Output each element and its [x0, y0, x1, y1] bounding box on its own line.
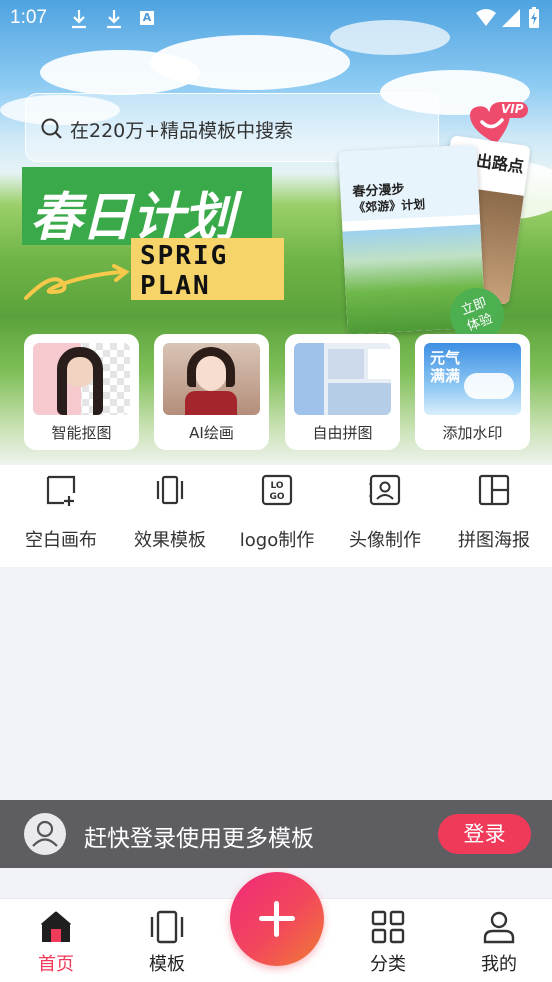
- blank-canvas-icon: [46, 475, 76, 506]
- nav-label: 模板: [149, 954, 185, 975]
- nav-label: 我的: [481, 954, 517, 975]
- tool-label: logo制作: [239, 530, 315, 551]
- login-banner[interactable]: 赶快登录使用更多模板 登录: [0, 800, 552, 868]
- avatar-make-icon: [369, 474, 401, 506]
- section-divider: [0, 567, 552, 581]
- battery-icon: [529, 7, 539, 28]
- home-icon: [41, 911, 71, 942]
- vip-label: VIP: [501, 102, 524, 116]
- wifi-icon: [476, 9, 496, 26]
- tool-logo-make[interactable]: LO GO logo制作: [222, 465, 332, 567]
- add-watermark-thumb: 元气满满: [424, 343, 521, 415]
- tool-blank-canvas[interactable]: 空白画布: [6, 465, 116, 567]
- download-icon-2: [107, 10, 121, 29]
- avatar: [24, 813, 66, 855]
- login-message: 赶快登录使用更多模板: [84, 826, 314, 852]
- card-label: 自由拼图: [312, 424, 373, 442]
- card-ai-drawing[interactable]: AI绘画: [154, 334, 269, 450]
- template-nav-icon: [150, 910, 184, 944]
- svg-text:GO: GO: [269, 492, 284, 502]
- nav-item-home[interactable]: 首页: [16, 899, 96, 982]
- grid-icon: [371, 910, 405, 944]
- user-icon: [32, 820, 58, 847]
- nav-item-templates[interactable]: 模板: [127, 899, 207, 982]
- tool-label: 效果模板: [134, 530, 206, 551]
- spring-plan-en-line2: PLAN: [140, 271, 211, 301]
- svg-text:LO: LO: [270, 481, 283, 491]
- plus-icon-vertical: [274, 901, 279, 937]
- nav-item-mine[interactable]: 我的: [459, 899, 539, 982]
- tool-label: 拼图海报: [458, 530, 530, 551]
- tools-row: 空白画布 效果模板 LO GO logo制作 头像制作 拼图海报: [0, 465, 552, 567]
- smart-cutout-thumb: [33, 343, 130, 415]
- tool-effect-template[interactable]: 效果模板: [115, 465, 225, 567]
- nav-label: 分类: [370, 954, 406, 975]
- search-icon: [41, 118, 62, 139]
- card-label: 智能抠图: [51, 424, 112, 442]
- nav-item-categories[interactable]: 分类: [348, 899, 428, 982]
- card-label: AI绘画: [189, 424, 234, 442]
- status-bar: 1:07 A: [0, 0, 552, 38]
- login-button[interactable]: 登录: [438, 814, 531, 854]
- spring-plan-title: 春日计划: [22, 167, 272, 248]
- download-icon: [72, 10, 86, 29]
- tool-avatar-make[interactable]: 头像制作: [330, 465, 440, 567]
- status-time: 1:07: [10, 7, 47, 28]
- card-label: 添加水印: [442, 424, 503, 442]
- search-placeholder: 在220万+精品模板中搜索: [70, 120, 294, 142]
- create-button[interactable]: [230, 872, 324, 966]
- profile-icon: [483, 911, 515, 944]
- tool-collage-poster[interactable]: 拼图海报: [439, 465, 549, 567]
- card-smart-cutout[interactable]: 智能抠图: [24, 334, 139, 450]
- logo-icon: LOGO: [261, 474, 293, 506]
- a-badge-icon: A: [140, 11, 154, 25]
- arrow-decoration-icon: [24, 264, 130, 300]
- tool-label: 空白画布: [25, 530, 97, 551]
- nav-label: 首页: [38, 954, 74, 975]
- poster-side-text: 出路点: [474, 150, 526, 177]
- spring-plan-english: SPRIG PLAN: [140, 241, 228, 301]
- spring-plan-en-line1: SPRIG: [140, 241, 229, 271]
- ai-drawing-thumb: [163, 343, 260, 415]
- free-collage-thumb: [294, 343, 391, 415]
- watermark-thumb-text: 元气满满: [430, 349, 461, 385]
- template-icon: [156, 475, 184, 505]
- signal-icon: [502, 9, 520, 27]
- card-add-watermark[interactable]: 元气满满 添加水印: [415, 334, 530, 450]
- tool-label: 头像制作: [349, 530, 421, 551]
- collage-icon: [478, 474, 510, 506]
- card-free-collage[interactable]: 自由拼图: [285, 334, 400, 450]
